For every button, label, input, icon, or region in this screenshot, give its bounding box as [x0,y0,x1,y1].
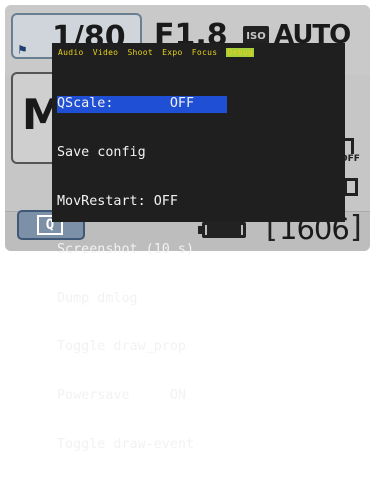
tab-shoot[interactable]: Shoot [127,48,153,57]
menu-item-screenshot[interactable]: Screenshot (10 s) [57,242,227,258]
tab-focus[interactable]: Focus [192,48,218,57]
shots-bracket-right: ] [350,210,362,245]
menu-item-dump-dmlog[interactable]: Dump dmlog [57,291,227,307]
tab-expo[interactable]: Expo [162,48,182,57]
tab-debug[interactable]: Debug [226,48,255,57]
menu-item-toggle-draw-event[interactable]: Toggle draw-event [57,437,227,453]
tab-audio[interactable]: Audio [58,48,84,57]
tab-video[interactable]: Video [93,48,119,57]
menu-item-save-config[interactable]: Save config [57,145,227,161]
menu-item-qscale[interactable]: QScale: OFF [57,96,227,113]
menu-tabs: Audio Video Shoot Expo Focus Debug [58,48,258,57]
menu-item-movrestart[interactable]: MovRestart: OFF [57,194,227,210]
menu-items: QScale: OFF Save config MovRestart: OFF … [57,64,227,485]
debug-menu-overlay: Audio Video Shoot Expo Focus Debug QScal… [52,43,345,452]
menu-item-powersave[interactable]: Powersave ON [57,388,227,404]
flag-icon: ⚑ [17,43,28,57]
menu-item-toggle-draw-prop[interactable]: Toggle draw_prop [57,339,227,355]
